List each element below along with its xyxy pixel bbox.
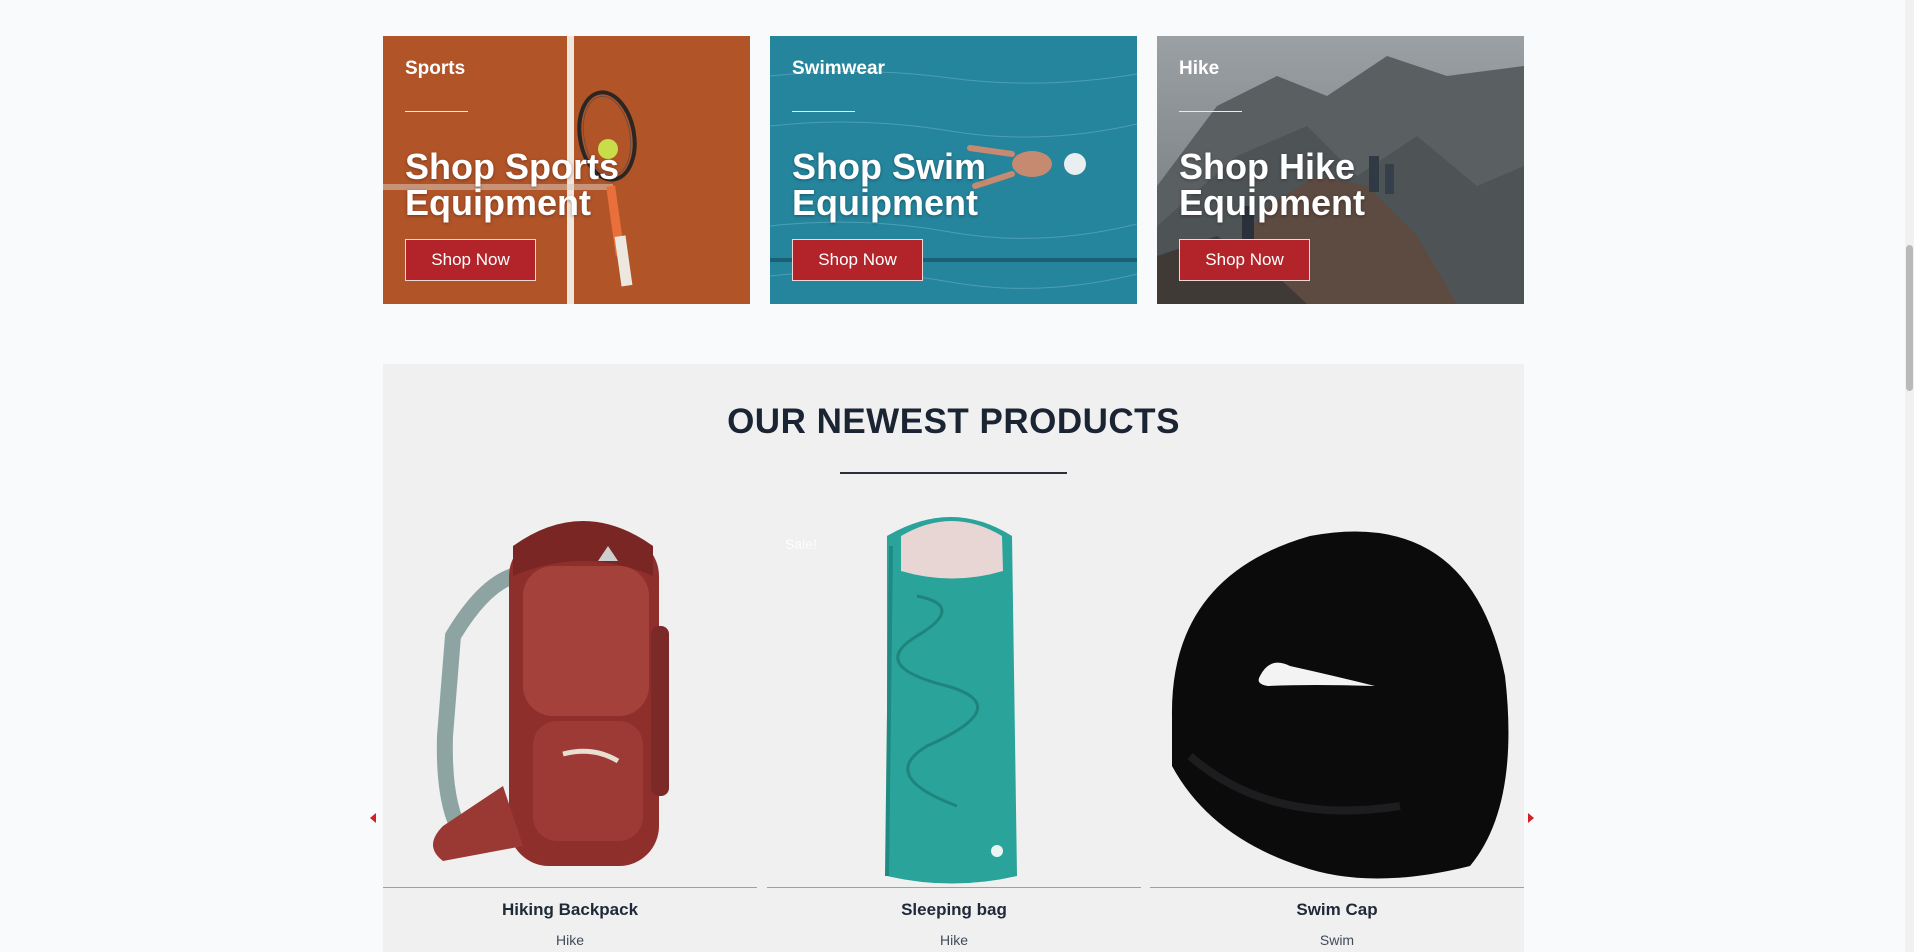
- promo-card-sports: Sports Shop Sports Equipment Shop Now: [383, 36, 750, 304]
- promo-title: Shop Swim Equipment: [792, 146, 987, 223]
- product-card-sleeping-bag[interactable]: Sale! Sleeping bag Hike: [767, 506, 1141, 952]
- scrollbar-thumb[interactable]: [1906, 245, 1913, 391]
- product-name[interactable]: Swim Cap: [1150, 900, 1524, 920]
- promo-category-label: Hike: [1179, 58, 1220, 79]
- product-card-hiking-backpack[interactable]: Hiking Backpack Hike: [383, 506, 757, 952]
- product-divider: [1150, 887, 1524, 888]
- promo-divider: [792, 111, 855, 112]
- shop-hike-button[interactable]: Shop Now: [1179, 239, 1310, 281]
- product-name[interactable]: Hiking Backpack: [383, 900, 757, 920]
- promo-card-swimwear: Swimwear Shop Swim Equipment Shop Now: [770, 36, 1137, 304]
- page-scrollbar[interactable]: [1905, 0, 1914, 952]
- product-divider: [383, 887, 757, 888]
- product-category: Hike: [555, 932, 584, 948]
- backpack-image[interactable]: [383, 506, 757, 884]
- section-title: OUR NEWEST PRODUCTS: [727, 402, 1180, 441]
- promo-banners: Sports Shop Sports Equipment Shop Now Sw…: [383, 36, 1524, 304]
- sleeping-bag-image[interactable]: [767, 506, 1141, 884]
- product-card-swim-cap[interactable]: Swim Cap Swim: [1150, 506, 1524, 952]
- promo-divider: [1179, 111, 1242, 112]
- shop-sports-button[interactable]: Shop Now: [405, 239, 536, 281]
- sale-badge: Sale!: [785, 536, 817, 552]
- product-name[interactable]: Sleeping bag: [767, 900, 1141, 920]
- chevron-left-icon[interactable]: [366, 808, 380, 828]
- promo-divider: [405, 111, 468, 112]
- promo-category-label: Swimwear: [792, 58, 885, 79]
- shop-swim-button[interactable]: Shop Now: [792, 239, 923, 281]
- section-divider: [840, 472, 1067, 474]
- newest-products-section: OUR NEWEST PRODUCTS Hiking Backpack Hike…: [383, 364, 1524, 952]
- chevron-right-icon[interactable]: [1524, 808, 1538, 828]
- product-category: Hike: [939, 932, 968, 948]
- promo-category-label: Sports: [405, 58, 466, 79]
- product-divider: [767, 887, 1141, 888]
- promo-card-hike: Hike Shop Hike Equipment Shop Now: [1157, 36, 1524, 304]
- product-category: Swim: [1319, 932, 1355, 948]
- promo-title: Shop Hike Equipment: [1179, 146, 1365, 223]
- swim-cap-image[interactable]: [1150, 506, 1524, 884]
- promo-title: Shop Sports Equipment: [405, 146, 619, 223]
